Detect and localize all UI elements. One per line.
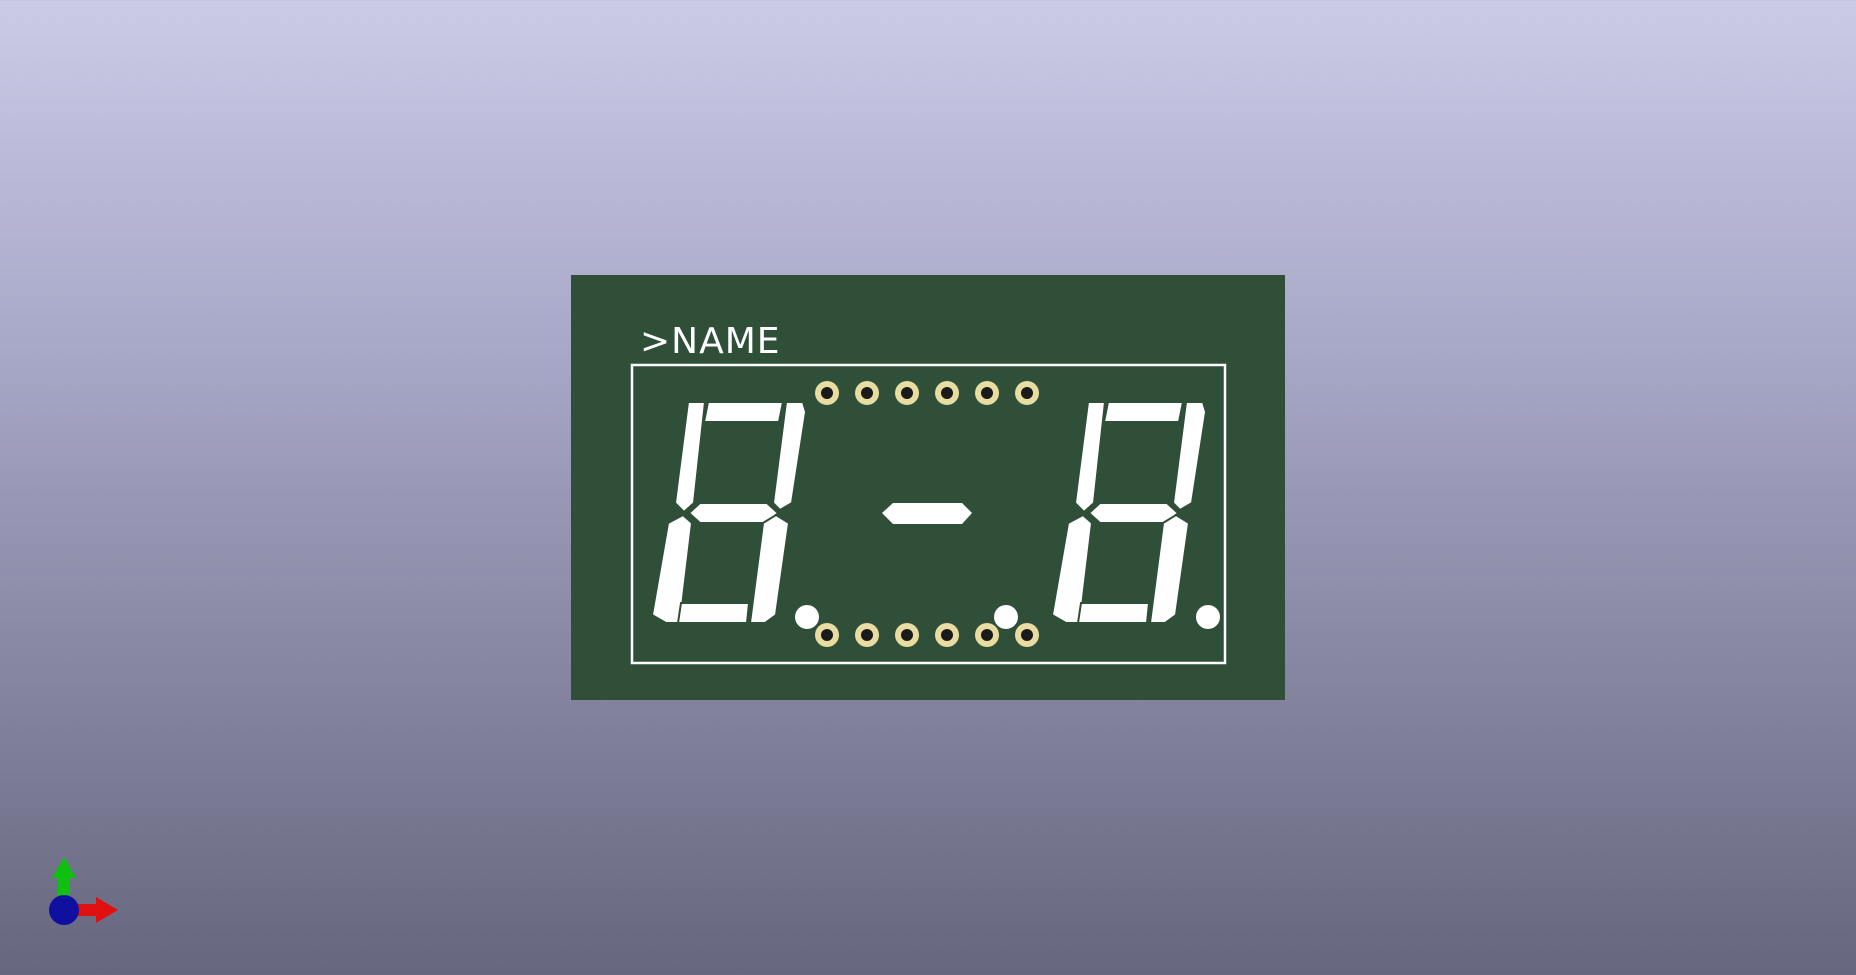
pad xyxy=(855,623,879,647)
display-dash xyxy=(882,503,972,524)
pad xyxy=(815,623,839,647)
pad xyxy=(1015,623,1039,647)
segment-a xyxy=(1102,401,1185,423)
pad xyxy=(895,381,919,405)
pad xyxy=(975,381,999,405)
axis-gizmo xyxy=(49,857,118,925)
segment-d xyxy=(676,602,751,624)
decimal-point-right xyxy=(1196,605,1220,629)
segment-a xyxy=(702,401,785,423)
pad xyxy=(935,623,959,647)
decimal-point-left xyxy=(795,605,819,629)
pcb-board[interactable]: >NAME xyxy=(571,275,1285,700)
3d-viewport[interactable]: >NAME xyxy=(0,0,1856,975)
pad xyxy=(895,623,919,647)
pad xyxy=(815,381,839,405)
silkscreen-name-label: >NAME xyxy=(640,321,781,362)
segment-d xyxy=(1076,602,1151,624)
decimal-point-middle xyxy=(994,605,1018,629)
segment-g xyxy=(1087,502,1180,524)
z-axis-origin-icon xyxy=(49,895,79,925)
pad xyxy=(855,381,879,405)
pad xyxy=(975,623,999,647)
pad xyxy=(1015,381,1039,405)
pad xyxy=(935,381,959,405)
segment-g xyxy=(687,502,780,524)
